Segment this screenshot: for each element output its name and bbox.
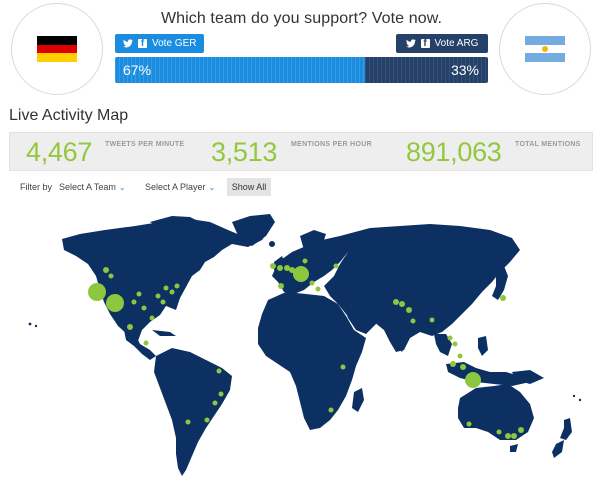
activity-dot[interactable]: [204, 417, 210, 423]
activity-dot[interactable]: [155, 293, 161, 299]
activity-dot[interactable]: [160, 299, 166, 305]
chevron-down-icon: ⌄: [118, 182, 126, 192]
activity-dot[interactable]: [216, 368, 222, 374]
world-activity-map[interactable]: [0, 205, 599, 480]
activity-dot[interactable]: [518, 427, 524, 433]
player-select-value: Select A Player: [145, 182, 206, 192]
activity-dot[interactable]: [163, 285, 169, 291]
activity-dot[interactable]: [500, 295, 506, 301]
player-select[interactable]: Select A Player ⌄: [145, 182, 215, 192]
activity-dot[interactable]: [457, 353, 463, 359]
team-select[interactable]: Select A Team ⌄: [59, 182, 126, 192]
activity-dot[interactable]: [328, 407, 334, 413]
activity-dot[interactable]: [410, 318, 416, 324]
activity-dot[interactable]: [278, 283, 284, 289]
activity-dot[interactable]: [103, 267, 109, 273]
activity-dot[interactable]: [141, 305, 147, 311]
activity-dot[interactable]: [302, 258, 308, 264]
germany-flag-icon: [37, 36, 77, 63]
philippines-shape: [478, 336, 488, 356]
filter-label: Filter by: [20, 182, 53, 192]
activity-dot[interactable]: [218, 391, 224, 397]
activity-dot[interactable]: [511, 433, 517, 439]
activity-dot[interactable]: [149, 315, 155, 321]
caribbean-shape: [152, 330, 176, 336]
activity-dot[interactable]: [505, 433, 511, 439]
activity-dot[interactable]: [450, 361, 456, 367]
hawaii-shape: [28, 322, 32, 326]
vote-ger-button[interactable]: f Vote GER: [115, 34, 205, 53]
india-shape: [384, 306, 418, 352]
activity-dot[interactable]: [88, 283, 106, 301]
activity-dot[interactable]: [452, 341, 458, 347]
activity-dot[interactable]: [270, 263, 276, 269]
activity-dot[interactable]: [333, 263, 339, 269]
argentina-flag-badge: [499, 3, 591, 95]
new-zealand-south-shape: [552, 440, 564, 458]
mentions-per-hour-label: MENTIONS PER HOUR: [291, 141, 372, 148]
vote-progress-bar: 67% 33%: [115, 57, 488, 83]
argentina-flag-icon: [525, 36, 565, 63]
pacific-island-shape: [578, 398, 582, 402]
new-zealand-shape: [560, 418, 572, 440]
atlantic-island-shape: [269, 241, 275, 247]
activity-dot[interactable]: [309, 280, 315, 286]
vote-arg-button[interactable]: f Vote ARG: [396, 34, 488, 53]
ger-share-segment: 67%: [115, 57, 365, 83]
chevron-down-icon: ⌄: [208, 182, 216, 192]
activity-dot[interactable]: [399, 301, 405, 307]
activity-dot[interactable]: [108, 273, 114, 279]
show-all-button[interactable]: Show All: [227, 178, 271, 196]
twitter-icon: [123, 39, 133, 48]
activity-dot[interactable]: [460, 364, 466, 370]
arg-percent: 33%: [450, 62, 479, 78]
activity-dot[interactable]: [277, 265, 283, 271]
activity-dot[interactable]: [340, 364, 346, 370]
filter-bar: Filter by Select A Team ⌄ Select A Playe…: [0, 178, 599, 196]
activity-dot[interactable]: [185, 419, 191, 425]
world-landmass: [28, 214, 582, 476]
pacific-island-shape: [34, 324, 38, 328]
pacific-island-shape: [572, 394, 576, 398]
germany-flag-badge: [11, 3, 103, 95]
madagascar-shape: [352, 388, 364, 412]
twitter-icon: [405, 39, 416, 48]
total-mentions-label: TOTAL MENTIONS: [515, 141, 581, 148]
arg-share-segment: 33%: [364, 57, 488, 83]
vote-title: Which team do you support? Vote now.: [160, 10, 443, 27]
total-mentions-value: 891,063: [406, 137, 502, 167]
activity-dot[interactable]: [289, 267, 295, 273]
facebook-icon: f: [138, 39, 147, 49]
activity-dot[interactable]: [131, 299, 137, 305]
vote-ger-label: Vote GER: [152, 38, 197, 49]
mentions-per-hour-value: 3,513: [211, 137, 278, 167]
activity-dot[interactable]: [315, 286, 321, 292]
activity-dot[interactable]: [406, 307, 412, 313]
stats-panel: 4,467 TWEETS PER MINUTE 3,513 MENTIONS P…: [9, 132, 593, 171]
tweets-per-minute-value: 4,467: [26, 137, 93, 167]
facebook-icon: f: [420, 39, 430, 49]
activity-dot[interactable]: [143, 340, 149, 346]
activity-dot[interactable]: [169, 289, 175, 295]
activity-dot[interactable]: [496, 429, 502, 435]
activity-dot[interactable]: [393, 299, 399, 305]
activity-dot[interactable]: [466, 421, 472, 427]
south-america-shape: [154, 348, 232, 476]
tasmania-shape: [510, 444, 518, 452]
tweets-per-minute-label: TWEETS PER MINUTE: [105, 141, 185, 148]
activity-dot[interactable]: [212, 400, 218, 406]
activity-dot[interactable]: [293, 266, 309, 282]
vote-arg-label: Vote ARG: [434, 38, 479, 49]
activity-dot[interactable]: [465, 372, 481, 388]
section-title: Live Activity Map: [9, 107, 129, 124]
team-select-value: Select A Team: [59, 182, 116, 192]
activity-dot[interactable]: [106, 294, 124, 312]
ger-percent: 67%: [123, 62, 152, 78]
activity-dot[interactable]: [174, 283, 180, 289]
activity-dot[interactable]: [429, 317, 435, 323]
activity-dot[interactable]: [447, 335, 453, 341]
activity-dot[interactable]: [127, 324, 133, 330]
activity-dot[interactable]: [136, 291, 142, 297]
